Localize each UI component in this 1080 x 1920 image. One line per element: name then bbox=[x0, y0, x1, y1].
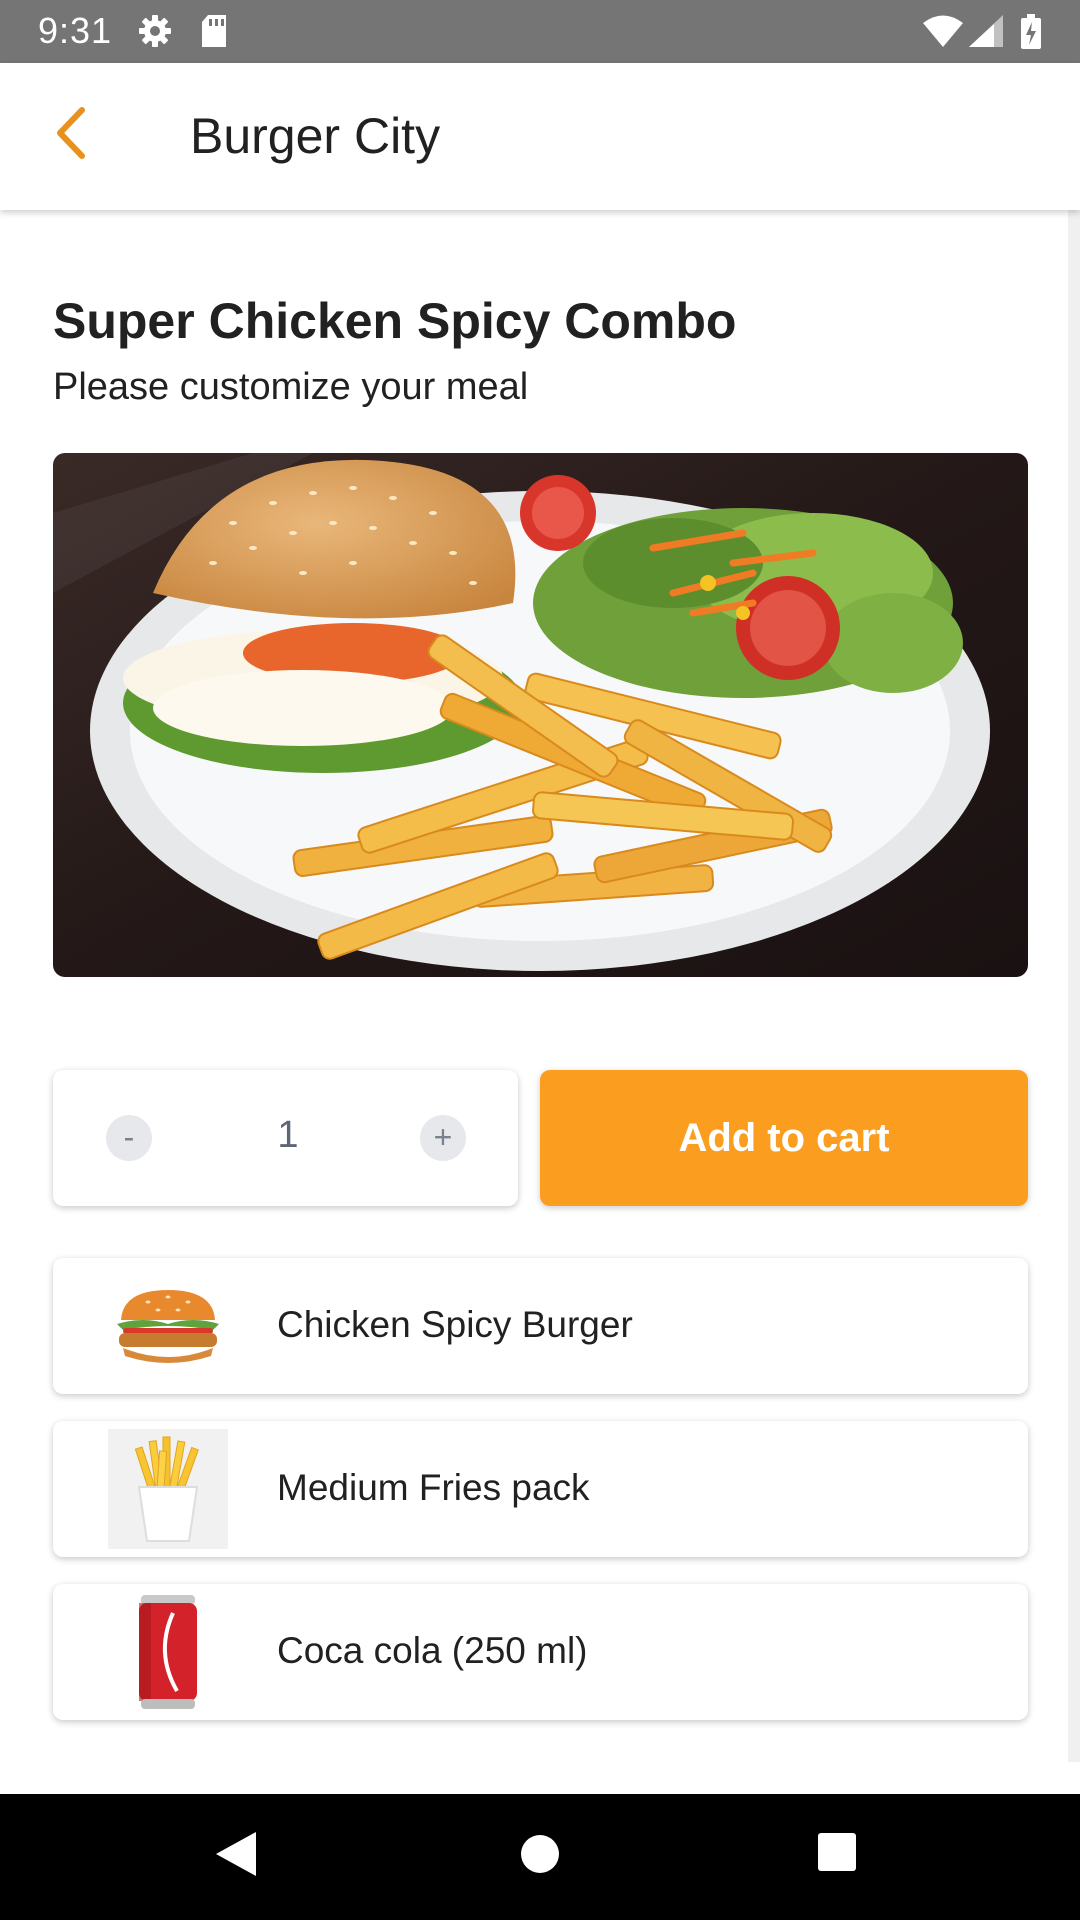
back-button[interactable] bbox=[40, 103, 104, 167]
combo-item[interactable]: Coca cola (250 ml) bbox=[53, 1584, 1028, 1720]
combo-item[interactable]: Medium Fries pack bbox=[53, 1421, 1028, 1557]
battery-icon bbox=[1020, 14, 1042, 55]
fries-icon bbox=[108, 1429, 228, 1549]
combo-item[interactable]: Chicken Spicy Burger bbox=[53, 1258, 1028, 1394]
quantity-value: 1 bbox=[277, 1114, 299, 1156]
combo-item-label: Chicken Spicy Burger bbox=[277, 1304, 633, 1345]
combo-item-label: Coca cola (250 ml) bbox=[277, 1630, 588, 1671]
add-to-cart-button[interactable]: Add to cart bbox=[540, 1070, 1028, 1206]
signal-icon bbox=[968, 14, 1004, 53]
nav-home-icon[interactable] bbox=[516, 1830, 564, 1883]
nav-recents-icon[interactable] bbox=[815, 1830, 859, 1879]
increase-quantity-button[interactable]: + bbox=[420, 1115, 466, 1161]
app-bar: Burger City bbox=[0, 63, 1080, 210]
product-title: Super Chicken Spicy Combo bbox=[53, 293, 737, 349]
combo-item-label: Medium Fries pack bbox=[277, 1467, 590, 1508]
gear-icon bbox=[138, 14, 172, 53]
system-nav-bar bbox=[0, 1794, 1080, 1920]
sd-card-icon bbox=[200, 14, 228, 53]
nav-back-icon[interactable] bbox=[214, 1830, 258, 1883]
product-subtitle: Please customize your meal bbox=[53, 366, 529, 408]
status-time: 9:31 bbox=[38, 10, 113, 51]
status-bar: 9:31 bbox=[0, 0, 1080, 63]
product-image bbox=[53, 453, 1028, 977]
scroll-edge bbox=[1068, 210, 1080, 1762]
quantity-stepper: - 1 + bbox=[53, 1070, 518, 1206]
chevron-left-icon bbox=[52, 106, 92, 165]
wifi-icon bbox=[922, 14, 964, 53]
cola-can-icon bbox=[108, 1592, 228, 1712]
page-title: Burger City bbox=[190, 108, 441, 164]
burger-icon bbox=[108, 1266, 228, 1386]
decrease-quantity-button[interactable]: - bbox=[106, 1115, 152, 1161]
